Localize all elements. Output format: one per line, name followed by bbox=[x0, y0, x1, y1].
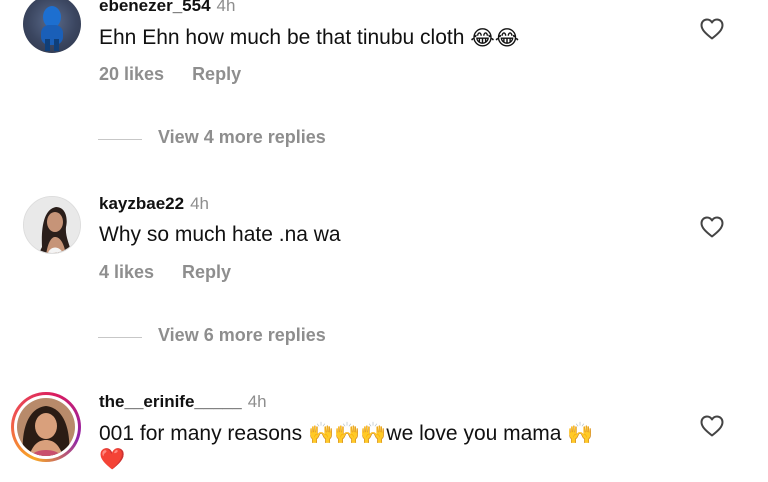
avatar-story-ring[interactable] bbox=[11, 392, 81, 462]
timestamp: 4h bbox=[247, 392, 267, 411]
raising-hands-emoji: 🙌🙌🙌 bbox=[307, 422, 387, 446]
comment-body: 001 for many reasons bbox=[99, 422, 308, 445]
reply-button[interactable]: Reply bbox=[182, 262, 231, 282]
view-more-replies[interactable]: View 6 more replies bbox=[0, 325, 768, 349]
comment-text-line2: ❤️ bbox=[99, 448, 125, 472]
comment-text: Why so much hate .na wa bbox=[99, 223, 341, 246]
divider-line bbox=[98, 139, 142, 140]
view-more-replies[interactable]: View 4 more replies bbox=[0, 127, 768, 151]
raising-hands-emoji: 🙌 bbox=[567, 422, 594, 446]
timestamp: 4h bbox=[216, 0, 236, 15]
username[interactable]: the__erinife_____ bbox=[99, 392, 242, 411]
heart-icon[interactable] bbox=[700, 216, 724, 238]
comment-text: 001 for many reasons 🙌🙌🙌we love you mama… bbox=[99, 422, 593, 446]
view-more-replies-link[interactable]: View 4 more replies bbox=[158, 127, 326, 148]
red-heart-emoji: ❤️ bbox=[99, 448, 126, 472]
username[interactable]: ebenezer_554 bbox=[99, 0, 211, 15]
reply-button[interactable]: Reply bbox=[192, 64, 241, 84]
comment-body: Ehn Ehn how much be that tinubu cloth bbox=[99, 26, 465, 50]
divider-line bbox=[98, 337, 142, 338]
view-more-replies-link[interactable]: View 6 more replies bbox=[158, 325, 326, 346]
avatar[interactable] bbox=[23, 196, 81, 254]
avatar bbox=[17, 398, 75, 456]
tears-of-joy-emoji: 😂😂 bbox=[470, 27, 520, 50]
timestamp: 4h bbox=[190, 194, 209, 213]
heart-icon[interactable] bbox=[700, 18, 724, 40]
comment-text: Ehn Ehn how much be that tinubu cloth 😂😂 bbox=[99, 26, 519, 51]
likes-count[interactable]: 4 likes bbox=[99, 262, 154, 282]
heart-icon[interactable] bbox=[700, 415, 724, 437]
username[interactable]: kayzbae22 bbox=[99, 194, 184, 213]
likes-count[interactable]: 20 likes bbox=[99, 64, 164, 84]
avatar[interactable] bbox=[23, 0, 81, 53]
comment-body-continued: we love you mama bbox=[386, 422, 568, 445]
